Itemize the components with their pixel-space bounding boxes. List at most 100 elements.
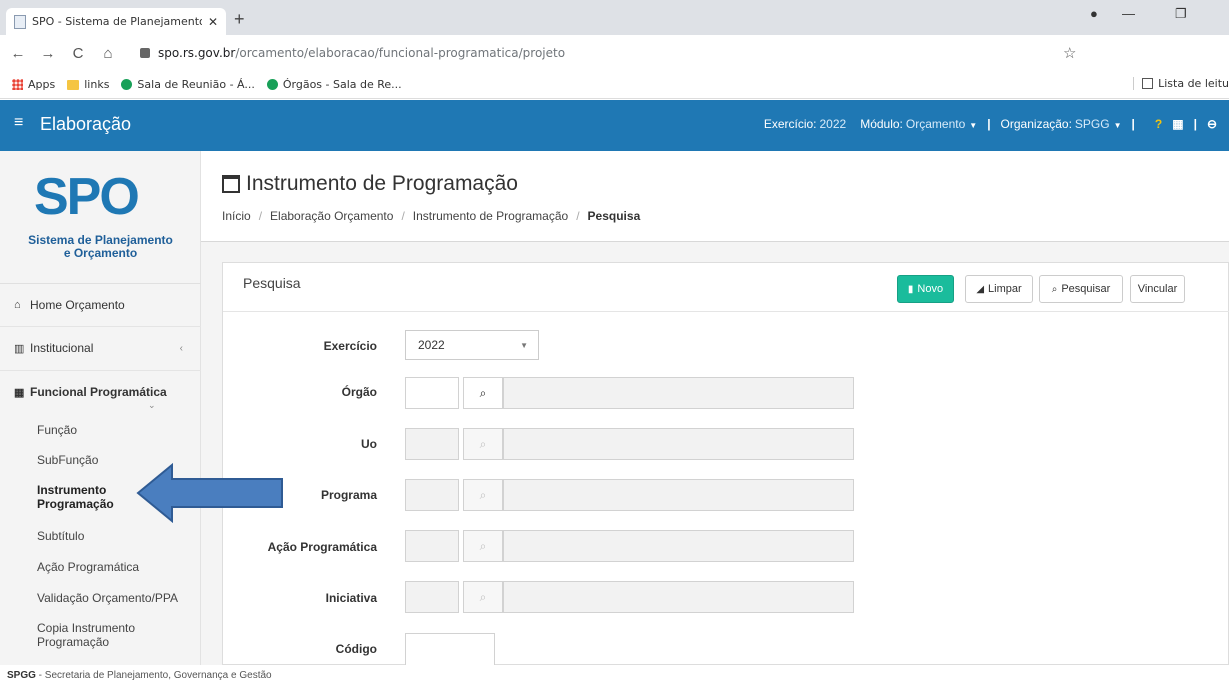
sidebar-subitem-acao-programatica[interactable]: Ação Programática bbox=[37, 560, 139, 574]
novo-label: Novo bbox=[917, 283, 944, 295]
home-icon[interactable]: ⌂ bbox=[96, 45, 120, 62]
header-context: Exercício: 2022 Módulo: Orçamento ▼ | Organ… bbox=[764, 117, 1217, 131]
search-icon: ⌕ bbox=[479, 538, 487, 553]
programa-code-input bbox=[405, 479, 459, 511]
iniciativa-code-input bbox=[405, 581, 459, 613]
vincular-button[interactable]: Vincular bbox=[1130, 275, 1185, 303]
divider: | bbox=[1131, 117, 1135, 131]
sidebar-item-home[interactable]: ⌂ Home Orçamento bbox=[0, 295, 201, 315]
sidebar-item-label: Home Orçamento bbox=[30, 298, 125, 312]
bookmark-apps[interactable]: Apps bbox=[12, 78, 55, 91]
bookmark-star-icon[interactable]: ☆ bbox=[1063, 44, 1076, 62]
browser-tab[interactable]: SPO - Sistema de Planejamento e ✕ bbox=[6, 8, 226, 35]
sidebar-subitem-copia-instrumento[interactable]: Copia Instrumento Programação bbox=[37, 621, 135, 649]
bookmark-label: Apps bbox=[28, 78, 56, 91]
panel-title: Pesquisa bbox=[243, 275, 301, 291]
logo-letters: SPO bbox=[34, 168, 140, 226]
browser-tabstrip: SPO - Sistema de Planejamento e ✕ + ● — … bbox=[0, 0, 1229, 35]
help-icon[interactable]: ? bbox=[1155, 117, 1162, 131]
modulo-label: Módulo: bbox=[860, 117, 903, 131]
organizacao-dropdown[interactable]: Organização: SPGG ▼ bbox=[1001, 117, 1122, 131]
sidebar-subitem-subtitulo[interactable]: Subtítulo bbox=[37, 529, 84, 543]
sidebar-subitem-funcao[interactable]: Função bbox=[37, 423, 77, 437]
org-label: Organização: bbox=[1000, 117, 1072, 131]
lock-icon bbox=[140, 48, 150, 58]
chevron-left-icon: ‹ bbox=[179, 342, 183, 354]
page-title-text: Instrumento de Programação bbox=[246, 172, 518, 195]
divider: | bbox=[987, 117, 991, 131]
breadcrumb: Início / Elaboração Orçamento / Instrument… bbox=[222, 209, 641, 223]
limpar-button[interactable]: ◢ Limpar bbox=[965, 275, 1033, 303]
new-tab-icon[interactable]: + bbox=[234, 9, 245, 30]
page-footer: SPGG - Secretaria de Planejamento, Gover… bbox=[0, 665, 1229, 686]
reading-list[interactable]: Lista de leitu bbox=[1133, 77, 1229, 90]
breadcrumb-instrumento[interactable]: Instrumento de Programação bbox=[413, 209, 568, 223]
address-bar[interactable]: spo.rs.gov.br /orcamento/elaboracao/func… bbox=[140, 39, 1140, 67]
restore-icon[interactable]: ❐ bbox=[1175, 6, 1187, 22]
sidebar-item-label: Institucional bbox=[30, 341, 94, 355]
profile-icon[interactable]: ● bbox=[1090, 6, 1098, 21]
org-value: SPGG bbox=[1074, 117, 1110, 131]
divider: | bbox=[1193, 117, 1197, 131]
programa-description-field bbox=[503, 479, 854, 511]
home-icon: ⌂ bbox=[14, 299, 21, 311]
breadcrumb-inicio[interactable]: Início bbox=[222, 209, 251, 223]
close-tab-icon[interactable]: ✕ bbox=[208, 15, 218, 29]
sidebar-subitem-subfuncao[interactable]: SubFunção bbox=[37, 453, 98, 467]
chevron-down-icon: ⌄ bbox=[148, 400, 156, 410]
bookmarks-bar: Apps links Sala de Reunião - Á... Órgãos… bbox=[0, 71, 1229, 99]
novo-button[interactable]: ▮ Novo bbox=[897, 275, 954, 303]
acao-description-field bbox=[503, 530, 854, 562]
exercicio-field-label: Exercício bbox=[323, 339, 377, 353]
exercicio-select-value: 2022 bbox=[418, 338, 445, 352]
exercicio-indicator: Exercício: 2022 bbox=[764, 117, 846, 131]
spo-logo: SPO Sistema de Planejamento e Orçamento bbox=[0, 151, 201, 268]
pesquisar-label: Pesquisar bbox=[1061, 283, 1111, 295]
annotation-arrow-icon bbox=[136, 463, 283, 523]
sidebar-item-institucional[interactable]: ▥ Institucional ‹ bbox=[0, 338, 201, 358]
exercicio-select[interactable]: 2022 ▼ bbox=[405, 330, 539, 360]
orgao-description-field bbox=[503, 377, 854, 409]
hamburger-menu-icon[interactable]: ≡ bbox=[14, 114, 23, 132]
chat-icon bbox=[121, 79, 133, 90]
calendar-icon bbox=[222, 175, 240, 193]
bookmark-label: links bbox=[84, 78, 110, 91]
bookmark-sala-reuniao[interactable]: Sala de Reunião - Á... bbox=[121, 78, 255, 91]
codigo-input[interactable] bbox=[405, 633, 495, 666]
sidebar-subitem-validacao[interactable]: Validação Orçamento/PPA bbox=[37, 591, 178, 605]
divider bbox=[0, 283, 201, 284]
pesquisar-button[interactable]: ⌕ Pesquisar bbox=[1039, 275, 1123, 303]
logo-tagline-2: e Orçamento bbox=[63, 246, 138, 260]
forward-icon[interactable]: → bbox=[36, 45, 60, 62]
acao-search-button: ⌕ bbox=[463, 530, 503, 562]
orgao-code-input[interactable] bbox=[405, 377, 459, 409]
bookmark-label: Sala de Reunião - Á... bbox=[137, 78, 255, 91]
uo-search-button: ⌕ bbox=[463, 428, 503, 460]
url-path: /orcamento/elaboracao/funcional-programa… bbox=[235, 46, 566, 60]
breadcrumb-elaboracao[interactable]: Elaboração Orçamento bbox=[270, 209, 393, 223]
modulo-dropdown[interactable]: Módulo: Orçamento ▼ bbox=[860, 117, 977, 131]
bookmark-orgaos[interactable]: Órgãos - Sala de Re... bbox=[266, 78, 402, 91]
search-icon: ⌕ bbox=[479, 589, 487, 604]
reading-list-label: Lista de leitu bbox=[1158, 77, 1229, 90]
app-header: ≡ Elaboração Exercício: 2022 Módulo: Orçam… bbox=[0, 100, 1229, 151]
minimize-icon[interactable]: — bbox=[1122, 6, 1135, 21]
reload-icon[interactable]: C bbox=[66, 45, 90, 62]
sidebar-subitem-instrumento-programacao[interactable]: Instrumento Programação bbox=[37, 483, 114, 511]
sidebar-item-funcional-programatica[interactable]: ▦ Funcional Programática bbox=[0, 382, 201, 402]
apps-grid-icon bbox=[12, 79, 23, 90]
exercicio-value: 2022 bbox=[819, 117, 847, 131]
back-icon[interactable]: ← bbox=[6, 45, 30, 62]
iniciativa-description-field bbox=[503, 581, 854, 613]
acao-field-label: Ação Programática bbox=[267, 540, 377, 554]
footer-text: - Secretaria de Planejamento, Governança… bbox=[35, 670, 272, 681]
user-icon[interactable]: ⊖ bbox=[1207, 117, 1217, 131]
divider bbox=[0, 370, 201, 371]
sidebar-item-label: Funcional Programática bbox=[30, 385, 167, 399]
grid-icon[interactable]: ▦ bbox=[1172, 117, 1183, 131]
eraser-icon: ◢ bbox=[976, 283, 985, 295]
orgao-search-button[interactable]: ⌕ bbox=[463, 377, 503, 409]
caret-down-icon: ▼ bbox=[969, 121, 978, 130]
bookmark-links[interactable]: links bbox=[67, 78, 109, 91]
divider bbox=[223, 311, 1229, 312]
